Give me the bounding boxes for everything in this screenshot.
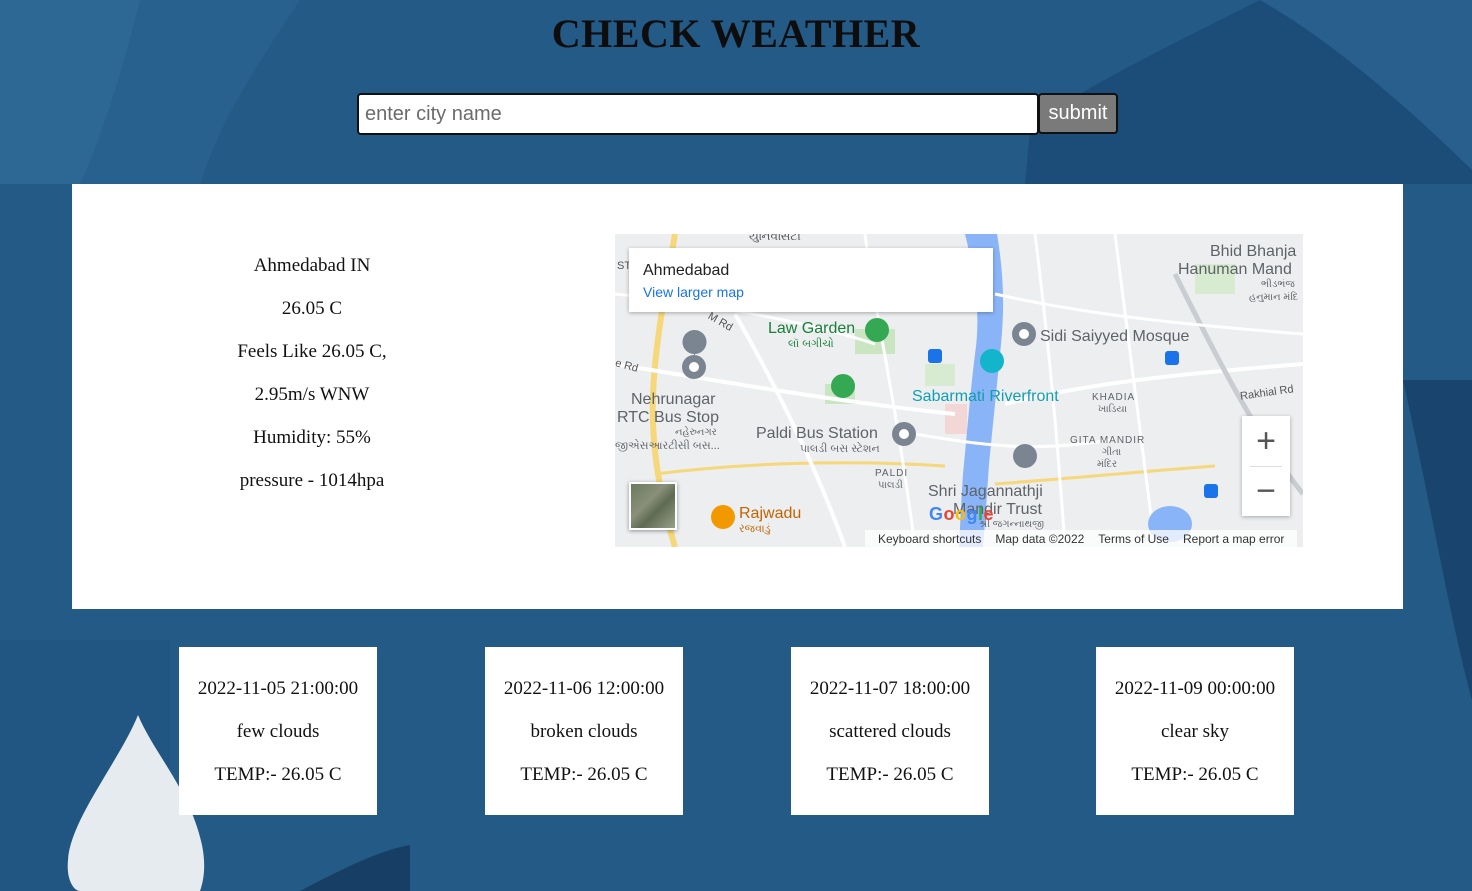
feels-like: Feels Like 26.05 C, [237,341,387,362]
forecast-temperature: TEMP:- 26.05 C [826,764,954,785]
city-search-input[interactable] [357,93,1039,135]
forecast-card: 2022-11-06 12:00:00 broken clouds TEMP:-… [485,647,683,815]
map-label-khadia: KHADIA [1092,392,1136,403]
map-label-rajwadu: Rajwadu [739,505,802,522]
current-temperature: 26.05 C [281,298,343,319]
map-footer: Keyboard shortcuts Map data ©2022 Terms … [865,530,1298,547]
forecast-datetime: 2022-11-06 12:00:00 [503,678,665,699]
map-data-label: Map data ©2022 [995,531,1085,546]
map-label-gita-mandir: GITA MANDIR [1070,435,1146,446]
zoom-out-button[interactable]: − [1242,466,1290,516]
keyboard-shortcuts-link[interactable]: Keyboard shortcuts [871,532,988,546]
map-label-rajwadu-gu: રજવાડું [739,523,771,535]
map-label-sabarmati: Sabarmati Riverfront [912,388,1059,405]
map-label-bhid-bhanja-gu2: હનુમાન મંદિ [1249,292,1299,303]
forecast-temperature: TEMP:- 26.05 C [520,764,648,785]
map-label-top: યુનિવર્સિટી [749,234,801,243]
zoom-in-button[interactable]: + [1242,416,1290,466]
report-map-error-link[interactable]: Report a map error [1176,532,1291,546]
forecast-datetime: 2022-11-09 00:00:00 [1114,678,1276,699]
forecast-temperature: TEMP:- 26.05 C [214,764,342,785]
map-label-sidi-saiyyed: Sidi Saiyyed Mosque [1040,328,1190,345]
page-title: CHECK WEATHER [551,11,921,56]
satellite-toggle-button[interactable] [629,482,677,530]
submit-button[interactable]: submit [1038,93,1118,134]
map-label-nehrunagar-gu1: નહેરુનગર [675,427,717,438]
map-label-bhid-bhanja-2: Hanuman Mand [1178,261,1292,278]
current-weather-info: Ahmedabad IN 26.05 C Feels Like 26.05 C,… [222,252,402,510]
map-label-bhid-bhanja-gu1: ભીડભંજ [1261,279,1295,290]
map-label-nehrunagar-2: RTC Bus Stop [617,409,719,426]
map-label-law-garden-gu: લૉ બગીચો [788,338,834,350]
map-label-paldi-bus: Paldi Bus Station [756,425,878,442]
map-label-gita-mandir-gu1: ગીતા [1102,447,1122,458]
wind-speed: 2.95m/s WNW [254,384,370,405]
humidity: Humidity: 55% [253,427,371,448]
map-label-paldi-gu: પાલડી [878,480,903,491]
forecast-card: 2022-11-09 00:00:00 clear sky TEMP:- 26.… [1096,647,1294,815]
map-label-nehrunagar-gu2: જીએસઆરટીસી બસ... [615,440,720,452]
map-label-jagannath-1: Shri Jagannathji [928,483,1043,500]
current-weather-card: Ahmedabad IN 26.05 C Feels Like 26.05 C,… [72,184,1403,609]
forecast-description: few clouds [236,721,320,742]
terms-of-use-link[interactable]: Terms of Use [1091,532,1176,546]
forecast-description: clear sky [1160,721,1230,742]
forecast-card: 2022-11-07 18:00:00 scattered clouds TEM… [791,647,989,815]
city-name: Ahmedabad IN [253,255,371,276]
map-place-name: Ahmedabad [643,262,730,279]
embedded-map[interactable]: યુનિવર્સિટી ST Law Garden લૉ બગીચો M Rd … [615,234,1303,547]
forecast-description: scattered clouds [829,721,951,742]
map-label-law-garden: Law Garden [768,320,856,337]
map-place-card: Ahmedabad View larger map [629,248,993,312]
forecast-datetime: 2022-11-05 21:00:00 [197,678,359,699]
forecast-temperature: TEMP:- 26.05 C [1131,764,1259,785]
google-logo: Google [929,504,995,524]
pressure: pressure - 1014hpa [239,470,385,491]
map-label-bhid-bhanja-1: Bhid Bhanja [1210,243,1297,260]
forecast-datetime: 2022-11-07 18:00:00 [809,678,971,699]
view-larger-map-link[interactable]: View larger map [643,284,744,300]
map-zoom-controls: + − [1242,416,1290,516]
forecast-description: broken clouds [530,721,638,742]
map-label-nehrunagar-1: Nehrunagar [631,391,716,408]
map-label-khadia-gu: ખાડિયા [1098,404,1128,415]
forecast-card: 2022-11-05 21:00:00 few clouds TEMP:- 26… [179,647,377,815]
map-label-paldi-bus-gu: પાલડી બસ સ્ટેશન [800,443,880,455]
map-label-paldi: PALDI [875,468,909,479]
map-label-gita-mandir-gu2: મંદિર [1097,459,1118,470]
